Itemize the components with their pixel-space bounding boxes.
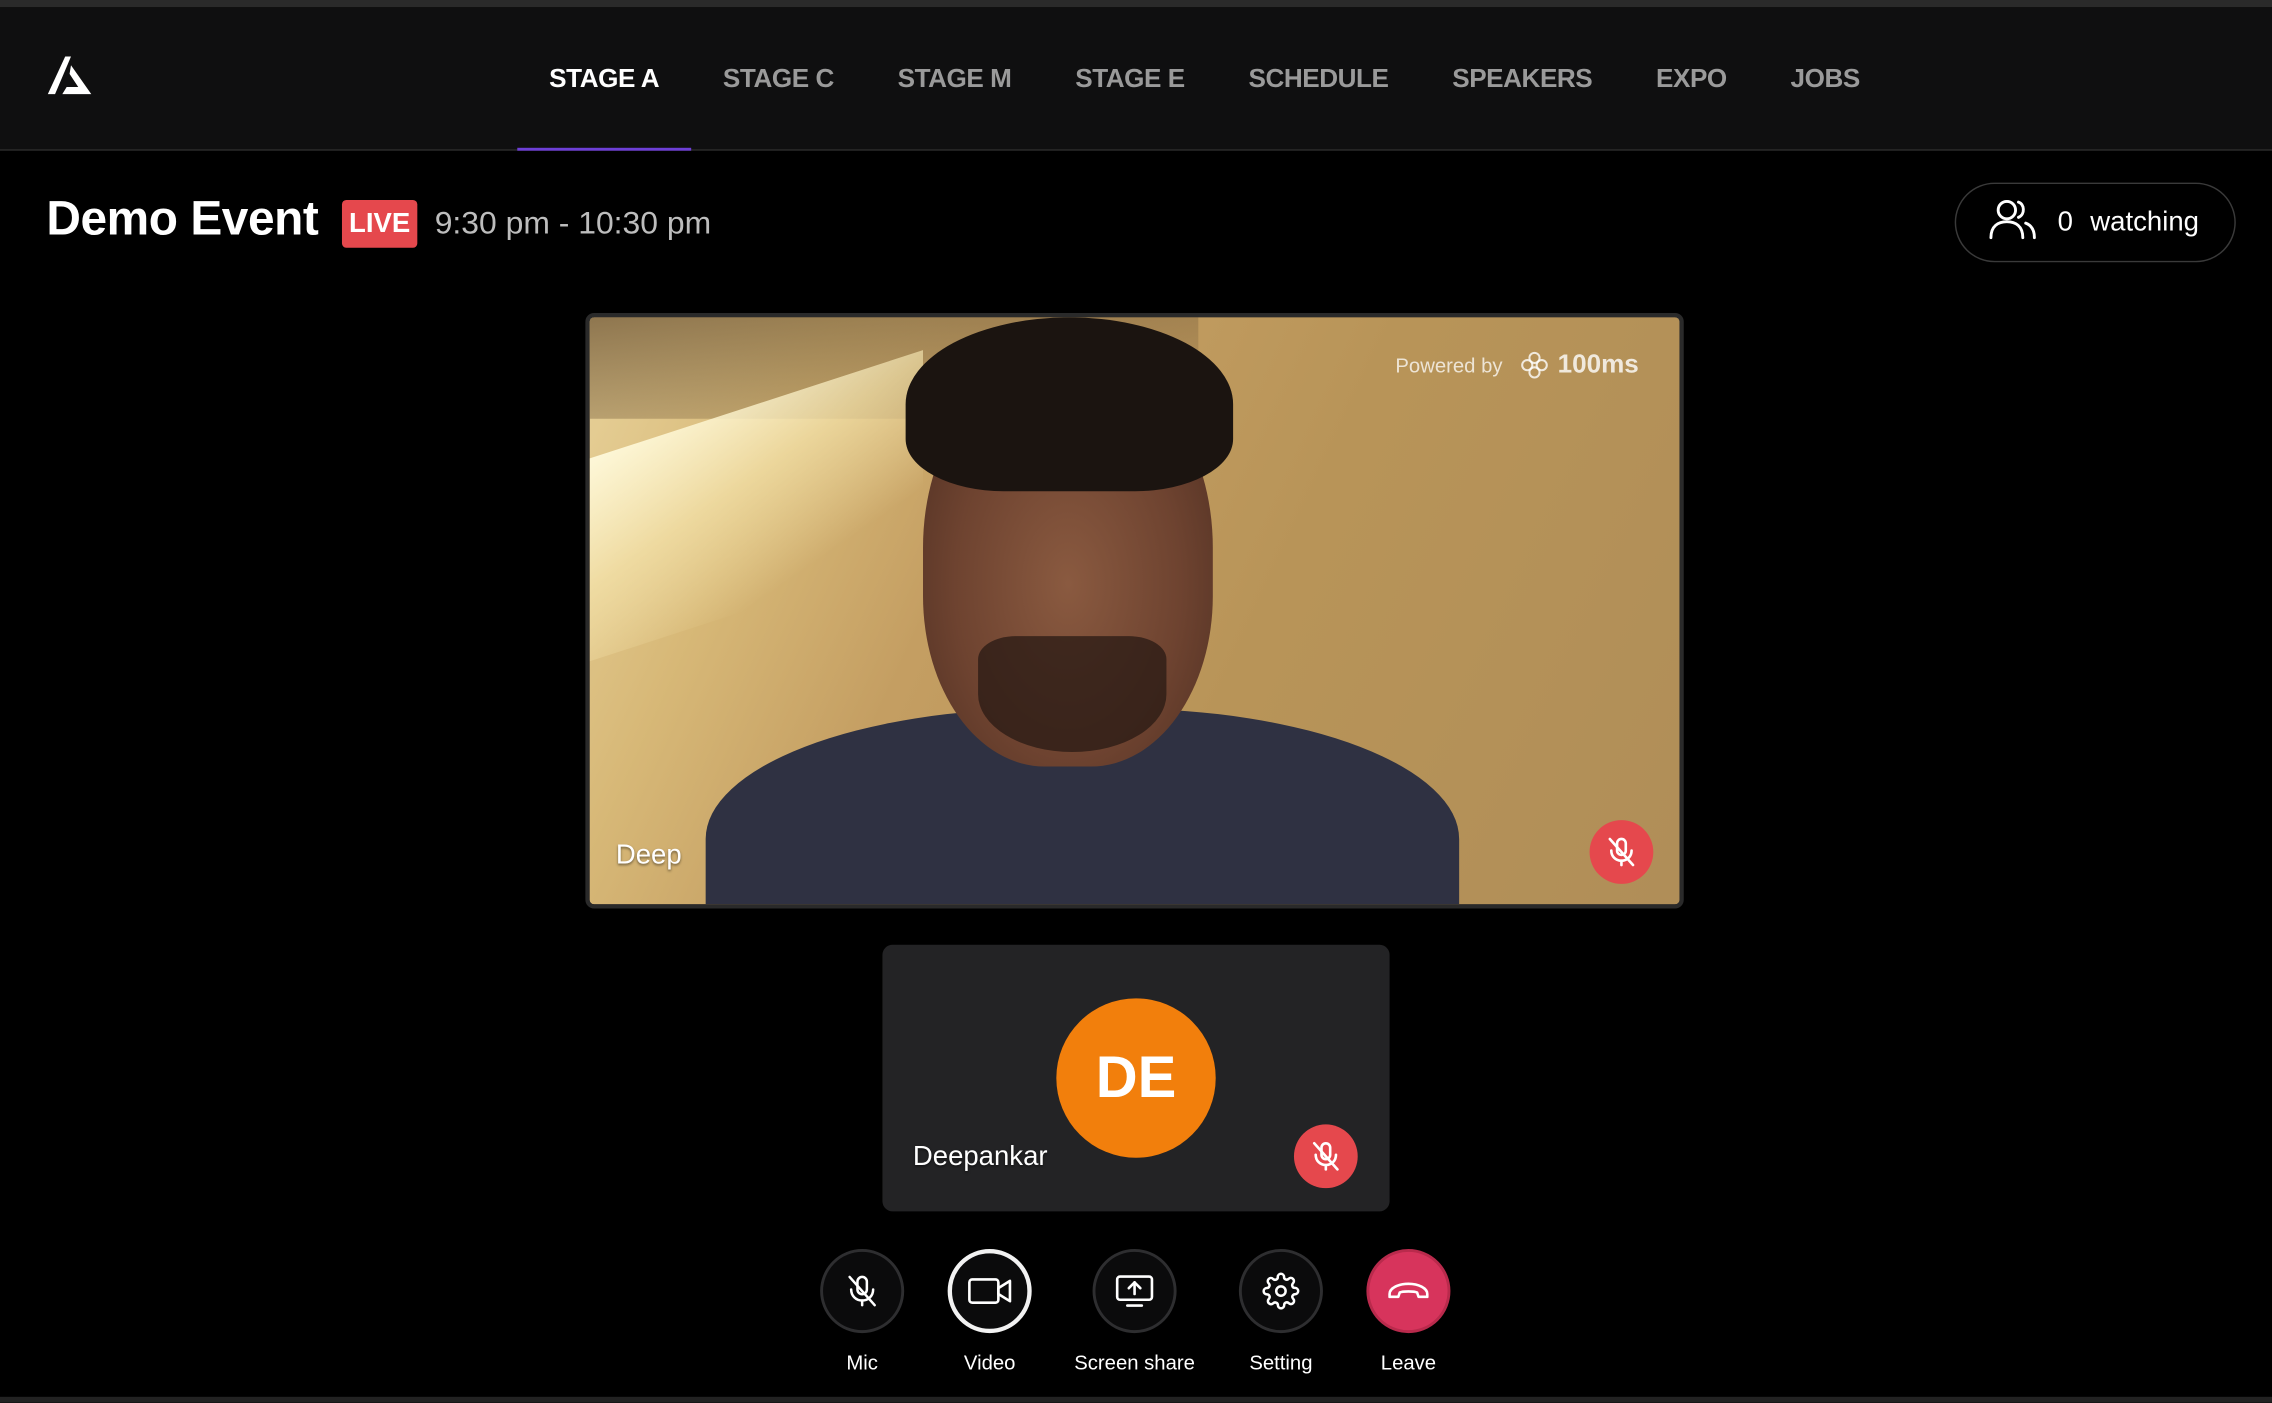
mic-muted-indicator [1589, 820, 1654, 884]
call-controls: Mic Video Screen share Setting Leave [0, 1249, 2272, 1394]
screen-share-icon [1115, 1275, 1154, 1307]
peer-video-tile[interactable]: Powered by 100ms Deep [585, 312, 1684, 909]
nav-item-jobs[interactable]: JOBS [1759, 7, 1892, 149]
brand-watermark: 100ms [1520, 349, 1639, 379]
app-logo-icon[interactable] [46, 56, 95, 100]
app-root: STAGE A STAGE C STAGE M STAGE E SCHEDULE… [0, 0, 2272, 1403]
event-title: Demo Event [46, 191, 319, 245]
screen-share-label: Screen share [1074, 1350, 1195, 1374]
nav-item-speakers[interactable]: SPEAKERS [1420, 7, 1624, 149]
nav-item-stage-e[interactable]: STAGE E [1043, 7, 1216, 149]
viewer-count-label: watching [2090, 206, 2199, 237]
nav-item-schedule[interactable]: SCHEDULE [1217, 7, 1421, 149]
mic-muted-indicator [1293, 1124, 1358, 1189]
users-icon [1988, 196, 2037, 248]
powered-by-label: Powered by [1395, 352, 1503, 377]
brand-name: 100ms [1557, 349, 1639, 379]
gear-icon [1262, 1272, 1300, 1310]
setting-label: Setting [1249, 1350, 1313, 1374]
peer-name: Deepankar [912, 1141, 1048, 1173]
setting-button[interactable] [1238, 1249, 1323, 1334]
video-toggle-button[interactable] [947, 1249, 1032, 1334]
mic-off-icon [848, 1275, 876, 1307]
mic-off-icon [1312, 1141, 1339, 1171]
leave-control: Leave [1321, 1249, 1495, 1374]
mic-toggle-button[interactable] [820, 1249, 905, 1334]
hang-up-icon [1388, 1282, 1429, 1299]
live-badge: LIVE [341, 199, 418, 248]
window-top-border [0, 0, 2272, 8]
powered-by-watermark: Powered by 100ms [1395, 349, 1638, 379]
peer-name: Deep [615, 840, 682, 871]
camera-feed [589, 317, 1680, 905]
viewer-count-button[interactable]: 0 watching [1954, 182, 2236, 263]
nav-item-stage-m[interactable]: STAGE M [866, 7, 1044, 149]
viewer-count: 0 [2057, 206, 2073, 237]
leave-label: Leave [1380, 1350, 1437, 1374]
stage-nav: STAGE A STAGE C STAGE M STAGE E SCHEDULE… [517, 7, 1892, 151]
event-time: 9:30 pm - 10:30 pm [434, 204, 712, 241]
mic-label: Mic [846, 1350, 878, 1374]
mic-off-icon [1608, 837, 1635, 867]
video-camera-icon [968, 1278, 1012, 1304]
video-label: Video [963, 1350, 1016, 1374]
top-navbar: STAGE A STAGE C STAGE M STAGE E SCHEDULE… [0, 7, 2272, 151]
screen-share-button[interactable] [1092, 1249, 1177, 1334]
nav-item-stage-a[interactable]: STAGE A [517, 7, 691, 151]
brand-logo-icon [1521, 351, 1548, 378]
nav-item-stage-c[interactable]: STAGE C [691, 7, 866, 149]
peer-audio-tile[interactable]: DE Deepankar [882, 944, 1390, 1212]
leave-button[interactable] [1366, 1249, 1451, 1334]
avatar: DE [1056, 998, 1216, 1158]
nav-item-expo[interactable]: EXPO [1624, 7, 1759, 149]
